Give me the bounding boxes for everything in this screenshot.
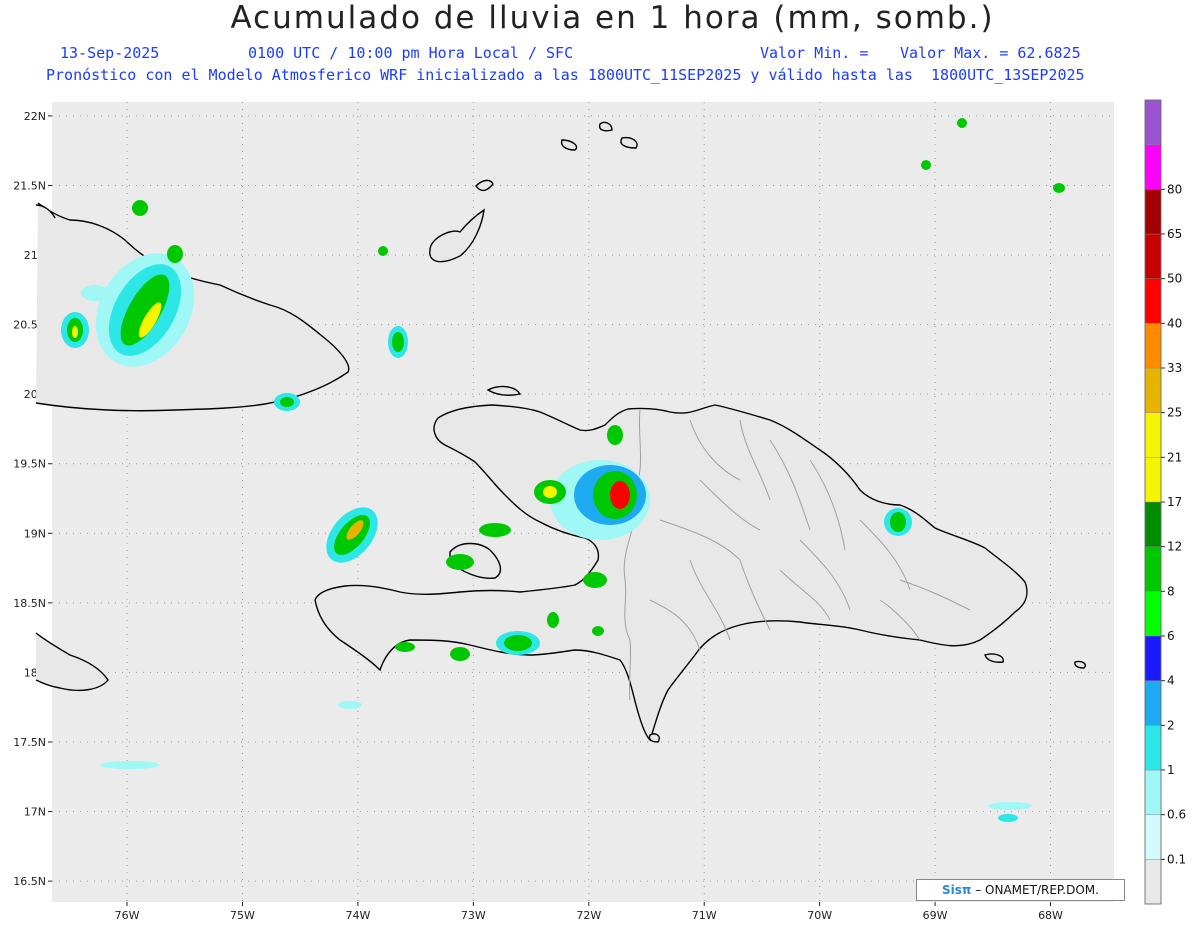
lon-tick-label: 74W <box>345 909 370 922</box>
colorbar-label: 80 <box>1167 182 1182 196</box>
colorbar-segment <box>1144 859 1162 905</box>
colorbar-label: 50 <box>1167 272 1182 286</box>
colorbar-label: 4 <box>1167 674 1175 688</box>
colorbar-segment <box>1144 367 1162 413</box>
lon-tick-label: 69W <box>923 909 948 922</box>
colorbar-segment <box>1144 769 1162 815</box>
colorbar-segment <box>1144 457 1162 503</box>
rain-cell-samana <box>884 508 912 536</box>
colorbar-label: 17 <box>1167 495 1182 509</box>
colorbar-segment <box>1144 635 1162 681</box>
colorbar-segment <box>1144 233 1162 279</box>
colorbar-label: 65 <box>1167 227 1182 241</box>
colorbar-segment <box>1144 412 1162 458</box>
colorbar-label: 8 <box>1167 584 1175 598</box>
colorbar-label: 12 <box>1167 540 1182 554</box>
lon-tick-label: 70W <box>807 909 832 922</box>
colorbar-segment <box>1144 278 1162 324</box>
colorbar-segment <box>1144 680 1162 726</box>
colorbar: 0.10.612468121721253340506580 <box>1144 99 1186 905</box>
colorbar-label: 1 <box>1167 763 1175 777</box>
colorbar-label: 0.1 <box>1167 852 1186 866</box>
colorbar-label: 33 <box>1167 361 1182 375</box>
lat-tick-label: 19N <box>24 527 46 540</box>
colorbar-label: 0.6 <box>1167 808 1186 822</box>
lon-tick-label: 76W <box>115 909 140 922</box>
beata <box>648 733 660 743</box>
mona <box>1074 660 1086 669</box>
colorbar-segment <box>1144 814 1162 860</box>
colorbar-label: 25 <box>1167 406 1182 420</box>
colorbar-segment <box>1144 725 1162 771</box>
lat-tick-label: 17.5N <box>13 736 46 749</box>
lat-tick-label: 16.5N <box>13 875 46 888</box>
lon-tick-label: 73W <box>461 909 486 922</box>
colorbar-segment <box>1144 189 1162 235</box>
sispi-logo: Sisπ <box>942 883 972 897</box>
colorbar-segment <box>1144 591 1162 637</box>
lon-tick-label: 75W <box>230 909 255 922</box>
colorbar-label: 40 <box>1167 316 1182 330</box>
credit-box: Sisπ – ONAMET/REP.DOM. <box>916 879 1125 901</box>
colorbar-segment <box>1144 546 1162 592</box>
lat-tick-label: 17N <box>24 806 46 819</box>
lon-tick-label: 68W <box>1038 909 1063 922</box>
colorbar-label: 2 <box>1167 718 1175 732</box>
colorbar-segment <box>1144 323 1162 369</box>
colorbar-segment <box>1144 144 1162 190</box>
lat-tick-label: 18.5N <box>13 597 46 610</box>
lon-tick-label: 71W <box>692 909 717 922</box>
lat-tick-label: 19.5N <box>13 458 46 471</box>
colorbar-label: 21 <box>1167 450 1182 464</box>
lon-tick-label: 72W <box>576 909 601 922</box>
colorbar-segment <box>1144 501 1162 547</box>
precipitation-map: 76W 75W 74W 73W 72W 71W 70W 69W 68W22N21.5N21N20… <box>13 99 1186 922</box>
lat-tick-label: 21.5N <box>13 179 46 192</box>
colorbar-label: 6 <box>1167 629 1175 643</box>
lat-tick-label: 22N <box>24 110 46 123</box>
colorbar-segment <box>1144 99 1162 145</box>
credit-text: – ONAMET/REP.DOM. <box>971 883 1099 897</box>
